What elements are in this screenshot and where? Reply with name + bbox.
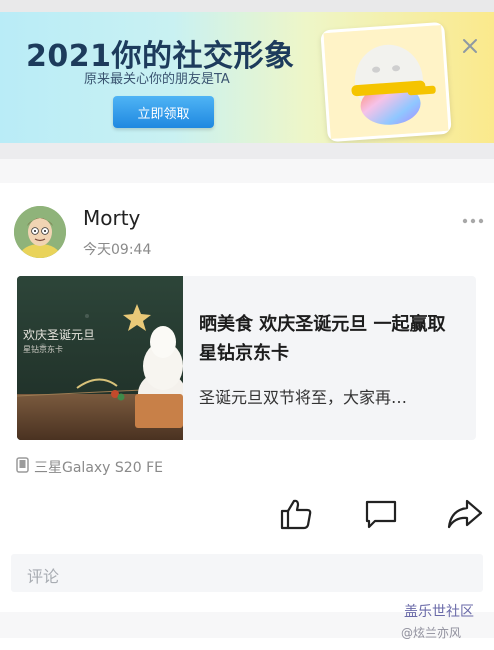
article-thumbnail: 欢庆圣诞元旦 星钻京东卡 (17, 276, 183, 440)
thumbs-up-icon (279, 499, 313, 535)
comment-placeholder: 评论 (27, 567, 60, 586)
watermark-user: @炫兰亦风 (401, 626, 462, 640)
comment-button[interactable] (364, 497, 398, 531)
share-icon (447, 499, 483, 535)
thumbnail-caption-sub: 星钻京东卡 (23, 345, 63, 354)
article-title: 晒美食 欢庆圣诞元旦 一起赢取星钻京东卡 (199, 314, 446, 364)
banner-subtitle: 原来最关心你的朋友是TA (84, 72, 230, 87)
comment-icon (364, 500, 398, 535)
phone-icon (16, 457, 29, 477)
comment-input[interactable]: 评论 (11, 554, 483, 592)
device-info: 三星Galaxy S20 FE (16, 457, 163, 477)
post-time: 今天09:44 (83, 242, 152, 258)
device-name: 三星Galaxy S20 FE (34, 460, 163, 476)
more-icon[interactable] (461, 213, 485, 227)
page: 2021你的社交形象 原来最关心你的朋友是TA 立即领取 Morty 今天09:… (0, 0, 494, 650)
mascot-illustration (323, 25, 449, 139)
watermark-brand: 盖乐世社区 (404, 604, 474, 620)
close-icon[interactable] (460, 36, 480, 56)
post-username[interactable]: Morty (83, 206, 140, 230)
like-button[interactable] (279, 497, 313, 531)
promo-banner[interactable]: 2021你的社交形象 原来最关心你的朋友是TA 立即领取 (0, 12, 494, 143)
mascot-card (320, 21, 452, 143)
thumbnail-caption-main: 欢庆圣诞元旦 (23, 328, 96, 342)
avatar[interactable] (14, 206, 66, 258)
claim-button[interactable]: 立即领取 (113, 96, 214, 128)
article-description: 圣诞元旦双节将至，大家再… (199, 388, 408, 407)
shared-article-card[interactable]: 欢庆圣诞元旦 星钻京东卡 晒美食 欢庆圣诞元旦 一起赢取星钻京东卡 圣诞元旦双节… (17, 276, 476, 440)
section-divider (0, 143, 494, 159)
top-strip (0, 0, 494, 12)
share-button[interactable] (447, 497, 483, 531)
section-divider (0, 159, 494, 183)
